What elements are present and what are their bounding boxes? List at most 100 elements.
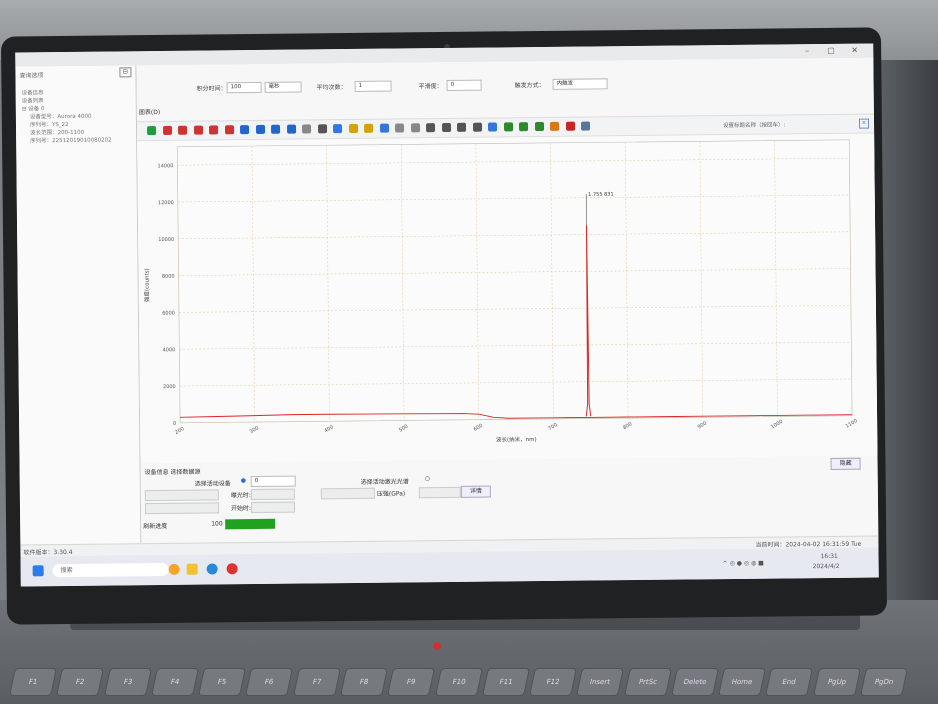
tray-icons[interactable]: ^ ◎ ● ◎ ◍ ■: [723, 560, 764, 567]
integration-input[interactable]: 100: [226, 81, 262, 94]
y-tick-label: 8000: [162, 274, 175, 280]
spectrum-chart[interactable]: 0 2000 4000 6000 8000 10000 12000 14000 200 300 40…: [137, 133, 878, 464]
x-tick-label: 600: [473, 423, 484, 433]
x-tick-label: 200: [174, 426, 185, 436]
bar2-icon[interactable]: [518, 122, 529, 132]
x-axis-label: 波长(纳米，nm): [496, 435, 537, 443]
channel-radio-icon[interactable]: ○: [425, 475, 430, 482]
widgets-icon[interactable]: [168, 563, 180, 575]
tab-chart[interactable]: 图表(D): [139, 107, 160, 116]
play-icon[interactable]: [147, 126, 157, 136]
spectrometer-app-icon[interactable]: [226, 563, 238, 575]
cal-icon[interactable]: [425, 123, 436, 133]
start-label: 开始时:: [230, 505, 252, 513]
progress-label: 刷新进度: [143, 522, 168, 531]
key-f10: F10: [434, 668, 483, 696]
key-delete: Delete: [670, 668, 719, 696]
progress-value: 100: [211, 520, 223, 528]
taskbar-time: 16:31: [820, 552, 838, 561]
key-end: End: [765, 668, 814, 696]
avg-input[interactable]: 1: [354, 80, 392, 92]
edge-icon[interactable]: [206, 563, 218, 575]
minimize-button[interactable]: –: [805, 46, 809, 55]
start-field-left: [144, 502, 220, 515]
zoom-in-icon[interactable]: [240, 125, 250, 135]
step-icon[interactable]: [178, 125, 188, 135]
collapse-button[interactable]: ⊟: [119, 67, 132, 78]
peak-icon[interactable]: [332, 124, 343, 134]
zoom-x-icon[interactable]: [270, 124, 281, 134]
bulb-icon[interactable]: [348, 123, 358, 134]
exposure-field: [250, 488, 295, 501]
key-f4: F4: [150, 668, 199, 696]
tree-item-serial-full: 序列号：22512019010080202: [30, 137, 112, 145]
unit-select[interactable]: 毫秒: [264, 81, 302, 93]
exposure-label: 曝光时:: [230, 492, 251, 500]
diff-icon[interactable]: [456, 122, 467, 132]
x-tick-label: 500: [398, 424, 409, 434]
plot-frame: [176, 139, 853, 424]
grid-icon[interactable]: [209, 125, 219, 135]
red-icon[interactable]: [565, 121, 575, 131]
tree-item-device-list[interactable]: 设备列表: [22, 96, 44, 104]
zoom-out-icon[interactable]: [255, 124, 265, 134]
taskbar-search[interactable]: 搜索: [52, 562, 169, 578]
zoom-y-icon[interactable]: [286, 124, 296, 134]
bar3-icon[interactable]: [534, 121, 544, 132]
s-icon[interactable]: [379, 123, 389, 133]
taskbar-date: 2024/4/2: [812, 562, 840, 571]
x-tick-label: 700: [547, 422, 558, 432]
file-explorer-icon[interactable]: [186, 563, 198, 575]
key-pgdn: PgDn: [860, 668, 909, 696]
key-pgup: PgUp: [812, 668, 861, 696]
chart-svg: 0 2000 4000 6000 8000 10000 12000 14000 200 300 40…: [142, 139, 859, 443]
key-f8: F8: [339, 668, 388, 696]
key-prtsc: PrtSc: [623, 668, 672, 696]
img-icon[interactable]: [549, 121, 560, 131]
pressure-label: 压强(GPa): [376, 490, 406, 498]
trigger-select[interactable]: 内触发: [552, 78, 608, 90]
function-key-row: F1 F2 F3 F4 F5 F6 F7 F8 F9 F10 F11 F12 Insert PrtSc De…: [0, 668, 938, 704]
key-home: Home: [718, 668, 767, 696]
mark-icon[interactable]: [394, 123, 405, 133]
l-icon[interactable]: [472, 122, 482, 132]
integral-icon[interactable]: [441, 122, 451, 133]
device-panel: 查询选项 ⊟ 设备信息 设备列表 ⊟ 设备 0 设备型号：Aurora 4000…: [15, 65, 142, 545]
key-f1: F1: [9, 668, 57, 696]
toolbar-close-button[interactable]: ✕: [858, 118, 870, 129]
pause-icon[interactable]: [162, 125, 172, 135]
progress-bar: [225, 518, 276, 530]
integration-label: 积分时间：: [196, 85, 227, 93]
y-axis-label: 强度(counts): [142, 268, 150, 302]
hide-button[interactable]: 隐藏: [830, 457, 861, 470]
key-f2: F2: [56, 668, 105, 696]
y-tick-label: 2000: [163, 384, 176, 390]
box-icon[interactable]: [224, 125, 234, 135]
device-select[interactable]: 0: [250, 475, 296, 488]
pan-icon[interactable]: [301, 124, 312, 134]
ruler-icon[interactable]: [410, 123, 420, 133]
screen: – ▢ ✕ 查询选项 ⊟ 设备信息 设备列表 ⊟ 设备 0 设备型号：Auror…: [15, 43, 879, 587]
detail-button[interactable]: 详情: [460, 485, 491, 498]
smooth-label: 平滑度：: [418, 83, 443, 91]
y-tick-label: 10000: [158, 237, 174, 243]
tree-item-device-info[interactable]: 设备信息: [22, 88, 44, 96]
panel-tab[interactable]: 查询选项: [19, 70, 43, 79]
select-channel-label: 选择活动激光光谱: [360, 478, 409, 486]
start-icon[interactable]: [32, 565, 44, 577]
cursor-icon[interactable]: [317, 124, 327, 134]
peak-label: 1.755 831: [588, 192, 614, 198]
smooth-input[interactable]: 0: [446, 79, 482, 91]
x-tick-label: 1100: [845, 418, 859, 430]
save-icon[interactable]: [580, 121, 591, 131]
tree-item-device-0[interactable]: ⊟ 设备 0: [22, 104, 45, 112]
a-icon[interactable]: [487, 122, 498, 132]
pressure-field-left: [320, 487, 375, 500]
light-icon[interactable]: [363, 123, 374, 133]
status-section-label: 设备信息 选择数据源: [144, 468, 201, 477]
crosshair-icon[interactable]: [193, 125, 203, 135]
close-button[interactable]: ✕: [851, 46, 858, 55]
maximize-button[interactable]: ▢: [827, 46, 835, 55]
bar1-icon[interactable]: [503, 122, 513, 132]
device-radio-icon[interactable]: ●: [241, 477, 246, 484]
